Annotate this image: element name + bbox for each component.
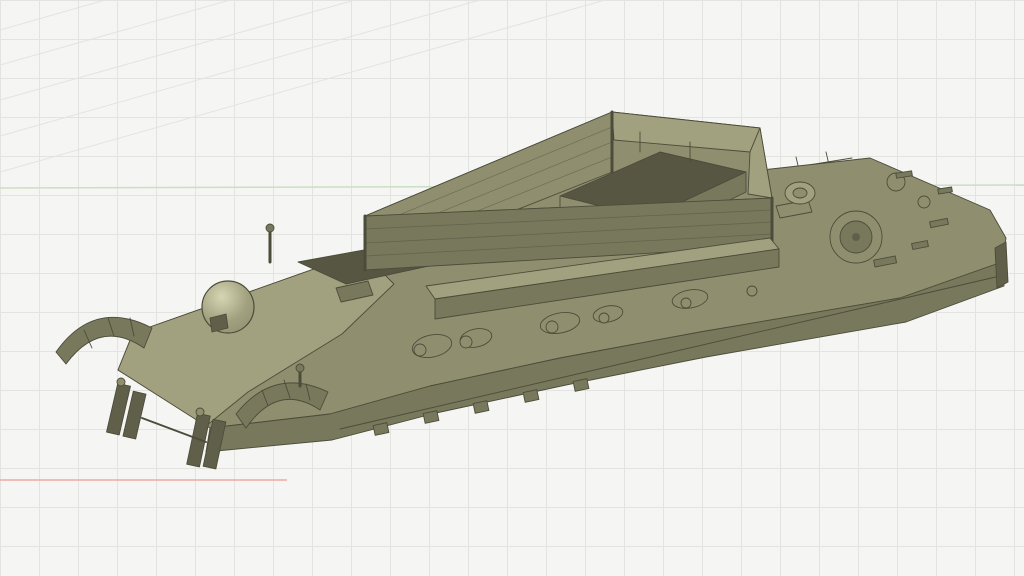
filler-cap-2: [918, 196, 930, 208]
cad-canvas[interactable]: [0, 0, 1024, 576]
rear-plate-notch: [995, 242, 1008, 288]
engine-fan-hub: [852, 233, 860, 241]
round-hatch-inner: [793, 188, 807, 198]
viewport[interactable]: [0, 0, 1024, 576]
